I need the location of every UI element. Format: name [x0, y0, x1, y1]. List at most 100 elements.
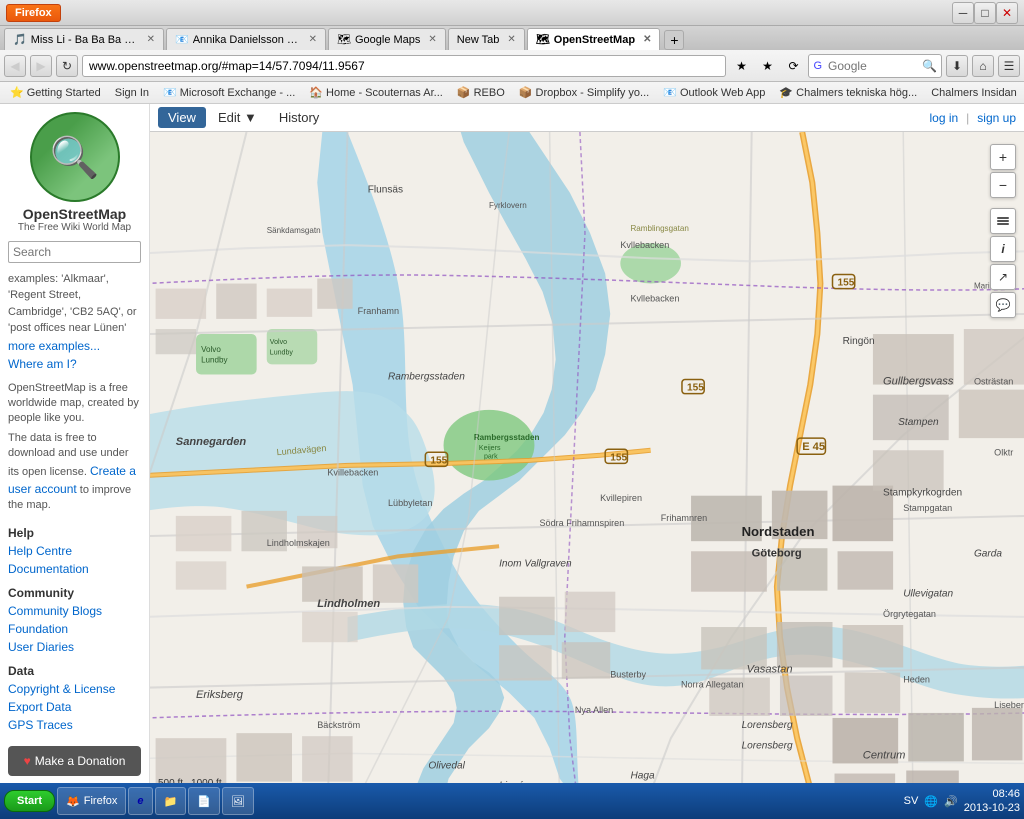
svg-text:Fyrklovern: Fyrklovern [489, 201, 527, 210]
help-title: Help [8, 526, 141, 540]
gps-traces-link[interactable]: GPS Traces [8, 716, 141, 734]
view-menu-button[interactable]: View [158, 107, 206, 128]
clock-time: 08:46 [964, 787, 1020, 801]
map-search-input[interactable] [9, 242, 150, 262]
svg-text:Lindholmen: Lindholmen [317, 598, 380, 610]
svg-text:155: 155 [687, 383, 704, 394]
svg-text:Sannegarden: Sannegarden [176, 436, 247, 448]
tab-close-5[interactable]: ✕ [643, 34, 651, 45]
tab-5[interactable]: 🗺 OpenStreetMap ✕ [527, 28, 661, 50]
tab-2[interactable]: 📧 Annika Danielsson - Outlook... ✕ [166, 28, 326, 50]
taskbar-item-app1[interactable]: 📄 [188, 787, 220, 815]
bookmark-home[interactable]: 🏠 Home - Scouternas Ar... [303, 85, 449, 100]
user-diaries-link[interactable]: User Diaries [8, 638, 141, 656]
download-button[interactable]: ⬇ [946, 55, 968, 77]
svg-text:Norra Allegatan: Norra Allegatan [681, 680, 744, 690]
bookmark-star2-icon[interactable]: ★ [756, 55, 778, 77]
svg-text:Inom Vallgraven: Inom Vallgraven [499, 558, 572, 569]
notes-button[interactable]: 💬 [990, 292, 1016, 318]
more-examples-link[interactable]: more examples... [8, 337, 141, 355]
bookmark-outlook[interactable]: 📧 Outlook Web App [657, 85, 771, 100]
bookmark-dropbox[interactable]: 📦 Dropbox - Simplify yo... [513, 85, 655, 100]
help-section: Help Help Centre Documentation [0, 522, 149, 582]
minimize-button[interactable]: ─ [952, 2, 974, 24]
donate-button[interactable]: ♥ Make a Donation [8, 746, 141, 776]
browser-title-bar: Firefox ─ □ ✕ [0, 0, 1024, 26]
map-container[interactable]: Rambergsstaden Keijers park Volvo Lundby… [150, 132, 1024, 819]
folder-taskbar-icon: 📁 [164, 795, 178, 808]
tab-close-3[interactable]: ✕ [428, 34, 436, 45]
help-centre-link[interactable]: Help Centre [8, 542, 141, 560]
tab-close-2[interactable]: ✕ [309, 34, 317, 45]
bookmark-sign-in[interactable]: Sign In [109, 86, 155, 100]
tab-close-4[interactable]: ✕ [507, 34, 515, 45]
browser-menu-button[interactable]: ☰ [998, 55, 1020, 77]
firefox-button[interactable]: Firefox [6, 4, 61, 22]
home-button[interactable]: ⌂ [972, 55, 994, 77]
forward-button[interactable]: ▶ [30, 55, 52, 77]
close-button[interactable]: ✕ [996, 2, 1018, 24]
intro-text-1: OpenStreetMap is a free worldwide map, c… [8, 381, 141, 427]
svg-text:Heden: Heden [903, 675, 930, 685]
svg-text:Rambergsstaden: Rambergsstaden [474, 433, 540, 442]
address-bar[interactable] [82, 55, 726, 77]
svg-text:Volvo: Volvo [201, 345, 221, 354]
zoom-in-button[interactable]: + [990, 144, 1016, 170]
refresh-button[interactable]: ↻ [56, 55, 78, 77]
documentation-link[interactable]: Documentation [8, 560, 141, 578]
svg-text:Nya Allen: Nya Allen [575, 705, 613, 715]
browser-search-input[interactable] [822, 55, 922, 77]
osm-title: OpenStreetMap [8, 206, 141, 222]
new-tab-button[interactable]: + [664, 30, 684, 50]
info-button[interactable]: i [990, 236, 1016, 262]
login-link[interactable]: log in [929, 111, 958, 125]
svg-text:Ullevigatan: Ullevigatan [903, 589, 953, 600]
foundation-link[interactable]: Foundation [8, 620, 141, 638]
bookmark-chalmers-tech[interactable]: 🎓 Chalmers tekniska hög... [773, 85, 923, 100]
tab-4[interactable]: New Tab ✕ [448, 28, 525, 50]
tab-1[interactable]: 🎵 Miss Li - Ba Ba Ba Lyrics - ... ✕ [4, 28, 164, 50]
tab-icon-3: 🗺 [337, 33, 351, 46]
taskbar: Start 🦊 Firefox e 📁 📄 🖼 SV 🌐 🔊 08:46 201… [0, 783, 1024, 819]
map-area[interactable]: View Edit ▼ History log in | sign up [150, 104, 1024, 819]
svg-text:Olktr: Olktr [994, 447, 1013, 457]
share-button[interactable]: ↗ [990, 264, 1016, 290]
copyright-license-link[interactable]: Copyright & License [8, 680, 141, 698]
app2-taskbar-icon: 🖼 [231, 795, 245, 808]
back-button[interactable]: ◀ [4, 55, 26, 77]
svg-text:155: 155 [610, 452, 627, 463]
map-controls: + − i ↗ 💬 [990, 144, 1016, 318]
taskbar-item-app2[interactable]: 🖼 [222, 787, 254, 815]
svg-text:Lindholmskajen: Lindholmskajen [267, 538, 330, 548]
tab-3[interactable]: 🗺 Google Maps ✕ [328, 28, 446, 50]
community-blogs-link[interactable]: Community Blogs [8, 602, 141, 620]
bookmark-rebo[interactable]: 📦 REBO [451, 85, 511, 100]
taskbar-item-firefox[interactable]: 🦊 Firefox [57, 787, 126, 815]
volume-icon: 🔊 [944, 795, 958, 808]
zoom-out-button[interactable]: − [990, 172, 1016, 198]
layers-button[interactable] [990, 208, 1016, 234]
search-go-icon[interactable]: 🔍 [922, 59, 937, 73]
svg-text:Lundby: Lundby [201, 355, 228, 364]
bookmark-star-icon[interactable]: ★ [730, 55, 752, 77]
where-am-i-link[interactable]: Where am I? [8, 355, 141, 373]
history-menu-button[interactable]: History [269, 107, 329, 128]
start-button[interactable]: Start [4, 790, 55, 812]
bookmark-exchange[interactable]: 📧 Microsoft Exchange - ... [157, 85, 301, 100]
search-engine-icon: G [813, 60, 822, 72]
taskbar-item-folder[interactable]: 📁 [155, 787, 187, 815]
tab-close-1[interactable]: ✕ [147, 34, 155, 45]
maximize-button[interactable]: □ [974, 2, 996, 24]
signup-link[interactable]: sign up [977, 111, 1016, 125]
taskbar-item-ie[interactable]: e [128, 787, 152, 815]
bookmark-star3-icon: ⟳ [782, 55, 804, 77]
edit-menu-button[interactable]: Edit ▼ [208, 107, 267, 128]
svg-text:155: 155 [430, 455, 447, 466]
svg-text:Göteborg: Göteborg [752, 547, 802, 559]
tab-label-3: Google Maps [355, 34, 420, 46]
bookmark-getting-started[interactable]: ⭐ Getting Started [4, 85, 107, 100]
svg-text:Sänkdamsgatn: Sänkdamsgatn [267, 226, 321, 235]
export-data-link[interactable]: Export Data [8, 698, 141, 716]
auth-links: log in | sign up [929, 111, 1016, 125]
bookmark-chalmers-insidan[interactable]: Chalmers Insidan [925, 86, 1023, 100]
